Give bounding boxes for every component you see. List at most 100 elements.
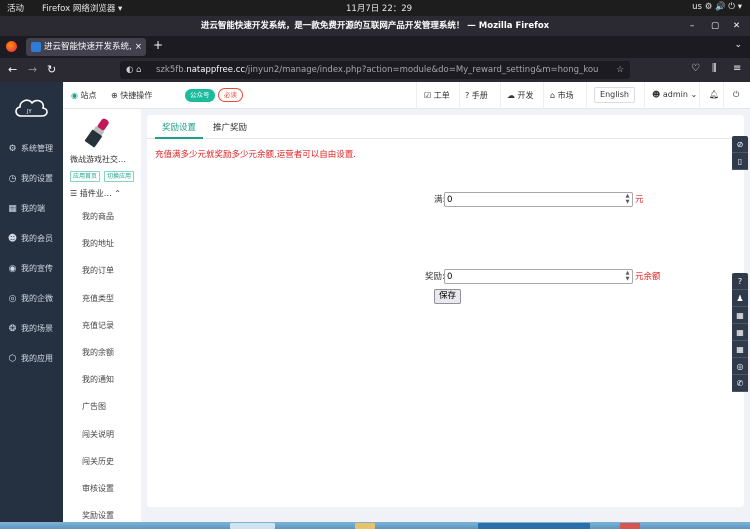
window-titlebar: 进云智能快速开发系统，是一款免费开源的互联网产品开发管理系统！ — Mozill… [0, 16, 750, 36]
site-info-icon[interactable]: ◐ ⌂ [126, 61, 142, 79]
manual-link[interactable]: ? 手册 [465, 90, 488, 101]
sidebar-item[interactable]: ◉ 我的宣传 [0, 259, 63, 279]
system-tray[interactable]: us ⚙ 🔊 ⏻ ▾ [692, 2, 742, 12]
plugin-menu-item[interactable]: 闯关说明 [82, 429, 114, 440]
maximize-icon[interactable]: ▢ [711, 16, 719, 36]
dock-item[interactable] [230, 523, 275, 529]
app-menu[interactable]: Firefox 网络浏览器 ▾ [42, 2, 122, 14]
browser-tab[interactable]: 进云智能快速开发系统, × [26, 38, 146, 56]
sidebar-item[interactable]: ▦ 我的端 [0, 199, 63, 219]
help-icon: ? [465, 91, 470, 100]
activities-button[interactable]: 活动 [7, 2, 24, 14]
sidebar-item-label: 我的端 [21, 204, 45, 213]
qrcode-icon[interactable]: ▦ [732, 341, 748, 358]
new-tab-button[interactable]: + [153, 38, 163, 52]
url-bar[interactable]: ◐ ⌂ szk5fb.natappfree.cc/jinyun2/manage/… [120, 61, 630, 79]
cube-icon: ⬡ [8, 354, 17, 364]
plugin-menu-item[interactable]: 广告图 [82, 401, 106, 412]
workorder-icon: ☑ [424, 91, 432, 100]
tab-close-icon[interactable]: × [135, 38, 142, 56]
dock-item[interactable] [478, 523, 590, 529]
back-icon[interactable]: ← [8, 63, 17, 76]
user-menu[interactable]: ☻ admin ⌄ [652, 90, 697, 99]
quick-actions-icon: ⊕ [111, 91, 118, 100]
question-icon[interactable]: ? [732, 273, 748, 290]
phone-icon[interactable]: ✆ [732, 375, 748, 392]
sidebar-item[interactable]: ◎ 我的企微 [0, 289, 63, 309]
sidebar-item[interactable]: ⬡ 我的应用 [0, 349, 63, 369]
plugin-menu-item[interactable]: 我的余额 [82, 347, 114, 358]
dock-item[interactable] [620, 523, 640, 529]
market-link[interactable]: ⌂ 市场 [550, 90, 574, 101]
tab-favicon-icon [31, 42, 41, 52]
reward-spinner[interactable]: ▲ ▼ [623, 270, 632, 283]
forward-icon[interactable]: → [28, 63, 37, 76]
qq-icon[interactable]: ♟ [732, 290, 748, 307]
mobile-icon[interactable]: ▯ [732, 153, 748, 170]
sidebar-item[interactable]: ◷ 我的设置 [0, 169, 63, 189]
app-home-button[interactable]: 应用首页 [70, 171, 101, 182]
tab-reward-settings[interactable]: 奖励设置 [162, 121, 196, 133]
svg-text:JY: JY [26, 109, 32, 115]
save-button[interactable]: 保存 [434, 289, 462, 304]
official-account-badge[interactable]: 公众号 [185, 89, 215, 102]
library-icon[interactable]: ⫼ [712, 63, 717, 74]
plugin-menu-item[interactable]: 我的订单 [82, 265, 114, 276]
site-link[interactable]: ◉ 站点 [71, 90, 97, 101]
sidebar-item-label: 我的应用 [21, 354, 53, 363]
sidebar-item-label: 我的设置 [21, 174, 53, 183]
qrcode-icon[interactable]: ▦ [732, 324, 748, 341]
plugin-menu-item[interactable]: 我的地址 [82, 238, 114, 249]
dashboard-icon: ◷ [8, 174, 17, 184]
plugin-menu-item[interactable]: 我的通知 [82, 374, 114, 385]
switch-app-button[interactable]: 切换应用 [104, 171, 135, 182]
sidebar-item-label: 我的会员 [21, 234, 53, 243]
link-icon[interactable]: ⊘ [732, 136, 748, 153]
bell-icon[interactable]: 🔔︎ [709, 90, 719, 99]
plugin-lipstick-icon [84, 118, 109, 148]
sidebar-item[interactable]: ❂ 我的场景 [0, 319, 63, 339]
app-menu-icon[interactable]: ≡ [733, 63, 741, 74]
qrcode-icon[interactable]: ▦ [732, 307, 748, 324]
dock-item[interactable] [355, 523, 375, 529]
tab-promotion-reward[interactable]: 推广奖励 [213, 121, 247, 133]
language-button[interactable]: English [594, 87, 635, 103]
reload-icon[interactable]: ↻ [47, 63, 56, 76]
threshold-unit: 元 [635, 195, 644, 205]
tab-list-icon[interactable]: ⌄ [734, 40, 742, 50]
window-title: 进云智能快速开发系统，是一款免费开源的互联网产品开发管理系统！ — Mozill… [200, 21, 550, 31]
threshold-spinner[interactable]: ▲ ▼ [623, 193, 632, 206]
plugin-menu-item[interactable]: 奖励设置 [82, 510, 114, 521]
promote-icon: ◉ [8, 264, 17, 274]
close-window-icon[interactable]: ✕ [733, 16, 740, 36]
clock[interactable]: 11月7日 22：29 [346, 2, 412, 14]
wechat-work-icon: ◎ [8, 294, 17, 304]
cloud-logo-icon: JY [15, 99, 48, 117]
threshold-input[interactable] [444, 192, 633, 207]
divider [586, 82, 587, 109]
plugin-menu-item[interactable]: 审核设置 [82, 483, 114, 494]
power-icon[interactable]: ⏻ [733, 90, 739, 100]
pocket-icon[interactable]: ♡ [691, 63, 700, 74]
url-subdomain: szk5fb. [156, 65, 187, 75]
plugin-menu-item[interactable]: 我的商品 [82, 211, 114, 222]
sidebar-item[interactable]: ☻ 我的会员 [0, 229, 63, 249]
must-read-badge[interactable]: 必读 [218, 88, 243, 102]
divider [416, 82, 417, 109]
gear-icon: ⚙ [8, 144, 17, 154]
develop-link[interactable]: ☁ 开发 [507, 90, 534, 101]
floating-toolbar: ? ♟ ▦ ▦ ▦ ◎ ✆ [732, 273, 748, 392]
quick-actions-link[interactable]: ⊕ 快捷操作 [111, 90, 152, 101]
wechat-icon[interactable]: ◎ [732, 358, 748, 375]
floating-toolbar-top: ⊘ ▯ [732, 136, 748, 170]
reward-input[interactable] [444, 269, 633, 284]
bookmark-star-icon[interactable]: ☆ [616, 61, 624, 79]
workorder-link[interactable]: ☑ 工单 [424, 90, 450, 101]
minimize-icon[interactable]: – [690, 16, 694, 36]
plugin-menu-item[interactable]: 充值类型 [82, 293, 114, 304]
plugin-menu-item[interactable]: 闯关历史 [82, 456, 114, 467]
page-content: JY ⚙ 系统管理 ◷ 我的设置 ▦ 我的端 ☻ 我的会员 ◉ 我的宣传 ◎ 我的企微 ❂ 我的场景 ⬡ 我的… [0, 82, 750, 522]
plugin-menu-header[interactable]: ☰ 插件业… ⌃ [70, 188, 121, 199]
sidebar-item[interactable]: ⚙ 系统管理 [0, 139, 63, 159]
plugin-menu-item[interactable]: 充值记录 [82, 320, 114, 331]
